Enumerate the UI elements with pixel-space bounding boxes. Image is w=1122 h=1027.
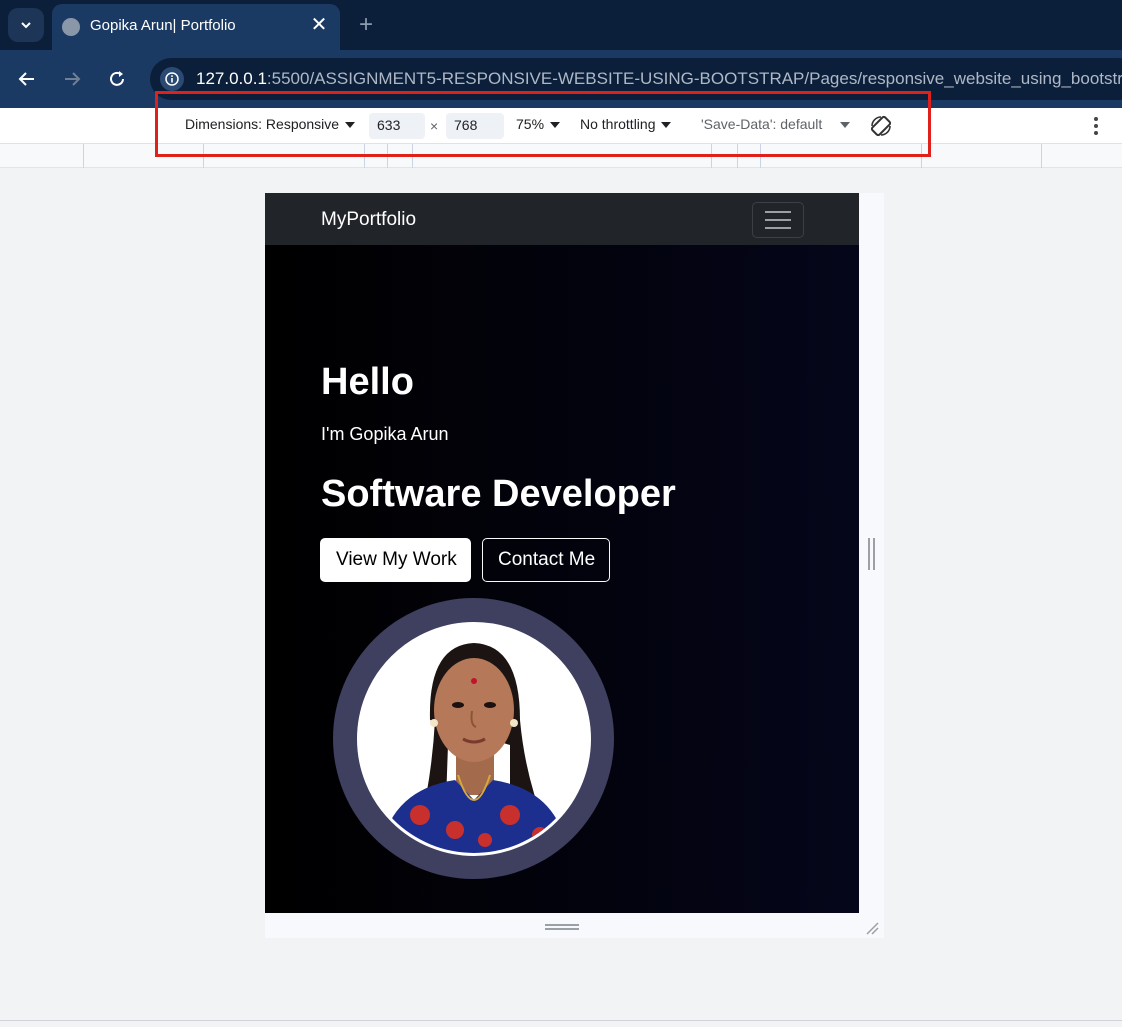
new-tab-button[interactable]: + bbox=[354, 10, 378, 40]
rotate-button[interactable] bbox=[868, 113, 894, 139]
forward-button[interactable] bbox=[57, 64, 87, 94]
resize-handle-right[interactable] bbox=[868, 538, 876, 570]
back-button[interactable] bbox=[12, 64, 42, 94]
person-photo-icon bbox=[359, 624, 588, 853]
save-data-label: 'Save-Data': default bbox=[701, 116, 823, 132]
arrow-right-icon bbox=[65, 72, 81, 86]
zoom-label: 75% bbox=[516, 116, 545, 132]
browser-toolbar: 127.0.0.1:5500/ASSIGNMENT5-RESPONSIVE-WE… bbox=[0, 50, 1122, 108]
throttling-label: No throttling bbox=[580, 116, 656, 132]
tab-title: Gopika Arun| Portfolio bbox=[90, 17, 236, 34]
status-bar bbox=[0, 1020, 1122, 1027]
resize-corner-icon[interactable] bbox=[863, 919, 879, 935]
caret-down-icon bbox=[550, 122, 561, 129]
hero-intro: I'm Gopika Arun bbox=[321, 424, 449, 444]
throttling-dropdown[interactable]: No throttling bbox=[580, 116, 672, 132]
portfolio-page: MyPortfolio Hello I'm Gopika Arun Softwa… bbox=[265, 193, 859, 913]
info-icon[interactable] bbox=[160, 67, 184, 91]
avatar-ring bbox=[333, 598, 614, 879]
times-symbol: × bbox=[430, 118, 439, 134]
hamburger-icon bbox=[765, 211, 791, 213]
reload-button[interactable] bbox=[102, 64, 132, 94]
address-bar[interactable]: 127.0.0.1:5500/ASSIGNMENT5-RESPONSIVE-WE… bbox=[150, 58, 1122, 100]
globe-icon bbox=[62, 18, 80, 36]
hero-role: Software Developer bbox=[321, 473, 676, 515]
site-navbar: MyPortfolio bbox=[265, 193, 859, 245]
device-toolbar: Dimensions: Responsive 633 × 768 75% No … bbox=[0, 108, 1122, 144]
dimensions-label: Dimensions: Responsive bbox=[185, 116, 340, 132]
media-query-ruler bbox=[0, 144, 1122, 168]
url-host: 127.0.0.1 bbox=[196, 69, 267, 88]
chevron-down-icon bbox=[21, 22, 31, 29]
viewport-area: MyPortfolio Hello I'm Gopika Arun Softwa… bbox=[0, 168, 1122, 1020]
hero-greeting: Hello bbox=[321, 361, 414, 403]
profile-photo bbox=[356, 621, 591, 856]
url-path: :5500/ASSIGNMENT5-RESPONSIVE-WEBSITE-USI… bbox=[266, 69, 1122, 88]
url-text[interactable]: 127.0.0.1:5500/ASSIGNMENT5-RESPONSIVE-WE… bbox=[196, 69, 1122, 89]
caret-down-icon bbox=[661, 122, 672, 129]
zoom-dropdown[interactable]: 75% bbox=[516, 116, 561, 132]
tab-search-button[interactable] bbox=[8, 8, 44, 42]
rotate-icon bbox=[870, 115, 892, 137]
reload-icon bbox=[110, 71, 124, 86]
device-frame: MyPortfolio Hello I'm Gopika Arun Softwa… bbox=[265, 193, 884, 938]
caret-down-icon bbox=[345, 122, 356, 129]
height-input[interactable]: 768 bbox=[446, 113, 504, 139]
more-options-icon[interactable] bbox=[1088, 114, 1104, 138]
contact-button[interactable]: Contact Me bbox=[482, 538, 610, 582]
navbar-toggler-button[interactable] bbox=[752, 202, 804, 238]
dimensions-dropdown[interactable]: Dimensions: Responsive bbox=[185, 116, 356, 132]
resize-handle-bottom[interactable] bbox=[545, 924, 579, 930]
brand-link[interactable]: MyPortfolio bbox=[321, 209, 416, 231]
close-icon[interactable]: ✕ bbox=[308, 14, 330, 36]
arrow-left-icon bbox=[18, 72, 34, 86]
save-data-dropdown[interactable]: 'Save-Data': default bbox=[701, 116, 851, 132]
caret-down-icon bbox=[840, 122, 851, 129]
view-work-button[interactable]: View My Work bbox=[320, 538, 471, 582]
tab-strip: Gopika Arun| Portfolio ✕ + bbox=[0, 0, 1122, 50]
browser-tab[interactable]: Gopika Arun| Portfolio ✕ bbox=[52, 4, 340, 50]
width-input[interactable]: 633 bbox=[369, 113, 425, 139]
